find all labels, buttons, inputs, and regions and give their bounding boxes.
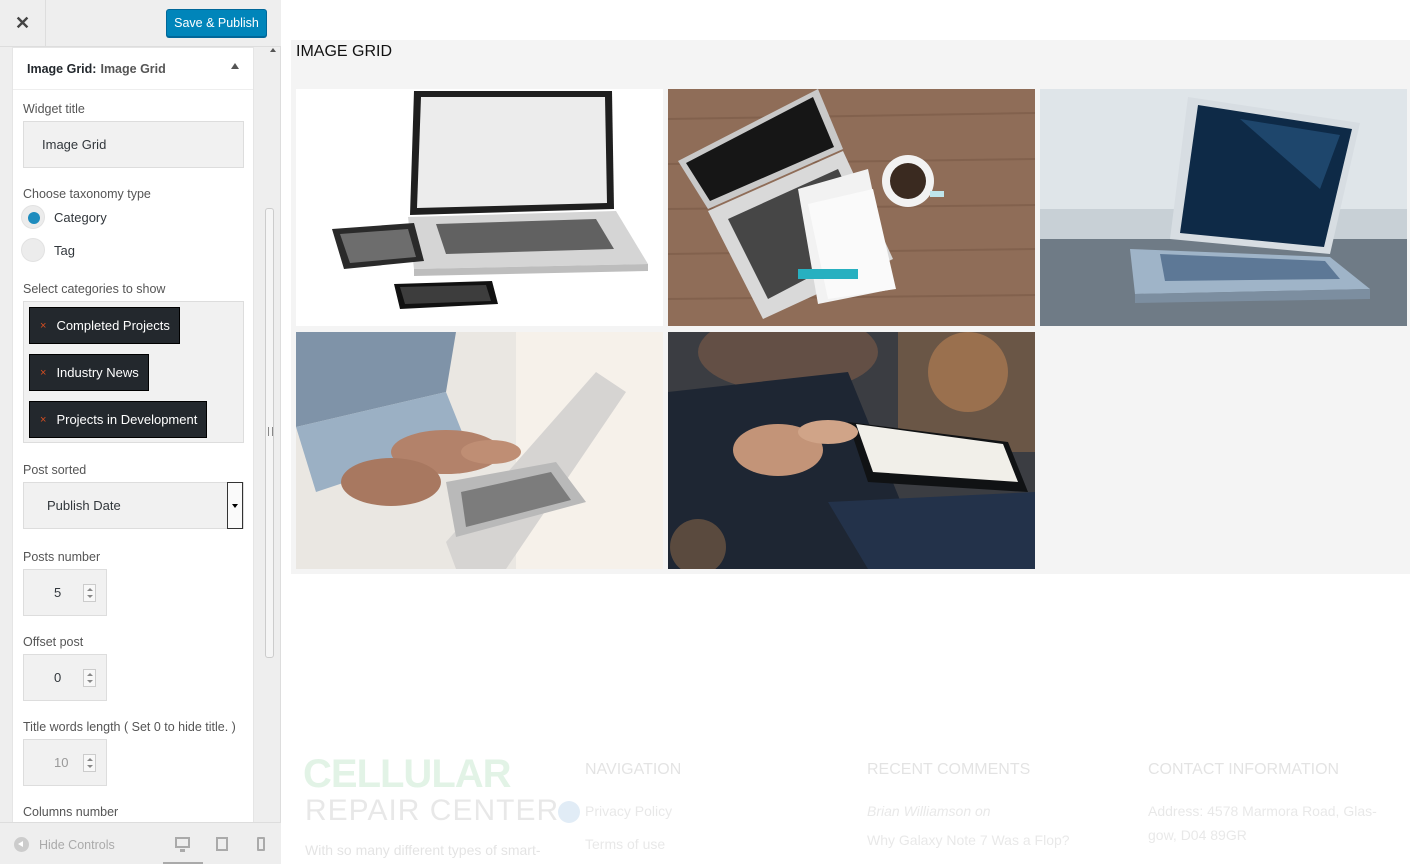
categories-label: Select categories to show bbox=[23, 282, 166, 296]
spinner-arrows-icon[interactable] bbox=[83, 584, 96, 602]
radio-selected-icon[interactable] bbox=[21, 205, 45, 229]
collapse-arrow-icon[interactable] bbox=[231, 63, 239, 69]
mobile-icon[interactable] bbox=[257, 837, 265, 851]
chevron-down-icon[interactable] bbox=[227, 482, 243, 529]
site-logo[interactable]: CELLULAR bbox=[303, 752, 512, 797]
remove-icon[interactable]: × bbox=[40, 367, 46, 379]
posts-number-stepper[interactable]: 5 bbox=[23, 569, 107, 616]
customizer-header: ✕ Save & Publish bbox=[0, 0, 281, 47]
radio-unselected-icon[interactable] bbox=[21, 238, 45, 262]
widget-title-label: Image Grid bbox=[100, 61, 166, 76]
title-words-value: 10 bbox=[54, 755, 69, 770]
collapse-circle-icon bbox=[14, 837, 29, 852]
contact-address-line: gow, D04 89GR bbox=[1148, 827, 1247, 843]
category-tag-label: Industry News bbox=[56, 365, 139, 380]
site-preview: IMAGE GRID CELLULAR REPAIR CENTER With s… bbox=[282, 0, 1419, 864]
edit-shortcut-icon[interactable] bbox=[558, 801, 580, 823]
columns-number-label: Columns number bbox=[23, 805, 119, 819]
footer-contact-heading: CONTACT INFORMATION bbox=[1148, 761, 1340, 778]
comment-post-link[interactable]: Why Galaxy Note 7 Was a Flop? bbox=[867, 832, 1070, 848]
posts-number-value: 5 bbox=[54, 585, 62, 600]
grid-image-man-reading[interactable] bbox=[668, 332, 1035, 569]
contact-address-line: Address: 4578 Marmora Road, Glas- bbox=[1148, 803, 1377, 819]
post-sorted-select[interactable]: Publish Date bbox=[23, 482, 244, 529]
radio-tag[interactable]: Tag bbox=[21, 238, 75, 262]
category-tag: × Completed Projects bbox=[29, 307, 180, 344]
site-footer: CELLULAR REPAIR CENTER With so many diff… bbox=[282, 730, 1419, 864]
spinner-arrows-icon[interactable] bbox=[83, 669, 96, 687]
grid-image-laptop-blue-screen[interactable] bbox=[1040, 89, 1407, 326]
hide-controls-button[interactable]: Hide Controls bbox=[14, 837, 115, 852]
widget-header[interactable]: Image Grid: Image Grid bbox=[13, 48, 253, 90]
radio-tag-label: Tag bbox=[54, 242, 75, 258]
remove-icon[interactable]: × bbox=[40, 414, 46, 426]
widget-type-label: Image Grid: bbox=[27, 61, 97, 76]
comment-author: Brian Williamson on bbox=[867, 803, 991, 819]
spinner-arrows-icon[interactable] bbox=[83, 754, 96, 772]
category-tag-label: Projects in Development bbox=[56, 412, 198, 427]
offset-post-stepper[interactable]: 0 bbox=[23, 654, 107, 701]
category-tag-label: Completed Projects bbox=[56, 318, 170, 333]
comment-author-name: Brian Williamson bbox=[867, 803, 972, 819]
categories-multiselect[interactable]: × Completed Projects × Industry News × P… bbox=[23, 301, 244, 443]
radio-category[interactable]: Category bbox=[21, 205, 107, 229]
footer-comments-heading: RECENT COMMENTS bbox=[867, 761, 1031, 778]
footer-description: With so many different types of smart- bbox=[305, 842, 541, 858]
image-grid-widget: Image Grid: Image Grid Widget title Imag… bbox=[12, 47, 254, 822]
footer-nav-link[interactable]: Privacy Policy bbox=[585, 803, 672, 819]
customizer-controls: Image Grid: Image Grid Widget title Imag… bbox=[0, 47, 281, 822]
footer-nav-link[interactable]: Terms of use bbox=[585, 836, 665, 852]
offset-post-value: 0 bbox=[54, 670, 62, 685]
category-tag: × Projects in Development bbox=[29, 401, 208, 438]
hide-controls-label: Hide Controls bbox=[39, 837, 115, 852]
offset-post-label: Offset post bbox=[23, 635, 84, 649]
site-logo-subtitle: REPAIR CENTER bbox=[305, 794, 560, 827]
grid-image-laptop-notepad-coffee[interactable] bbox=[668, 89, 1035, 326]
post-sorted-label: Post sorted bbox=[23, 463, 87, 477]
category-tag: × Industry News bbox=[29, 354, 149, 391]
image-grid-section: IMAGE GRID bbox=[291, 40, 1410, 574]
desktop-stand-icon bbox=[180, 849, 185, 852]
post-sorted-value: Publish Date bbox=[47, 498, 121, 513]
title-words-stepper[interactable]: 10 bbox=[23, 739, 107, 786]
posts-number-label: Posts number bbox=[23, 550, 101, 564]
resize-handle-icon[interactable] bbox=[268, 427, 273, 436]
image-grid-heading: IMAGE GRID bbox=[296, 43, 393, 60]
tablet-icon[interactable] bbox=[216, 837, 228, 851]
taxonomy-type-label: Choose taxonomy type bbox=[23, 187, 151, 201]
remove-icon[interactable]: × bbox=[40, 320, 46, 332]
save-publish-button[interactable]: Save & Publish bbox=[166, 9, 267, 37]
radio-category-label: Category bbox=[54, 209, 107, 225]
customizer-footer: Hide Controls bbox=[0, 822, 281, 864]
widget-title-field-label: Widget title bbox=[23, 102, 85, 116]
widget-title-input[interactable]: Image Grid bbox=[23, 121, 244, 168]
grid-image-laptop-tablet-phone[interactable] bbox=[296, 89, 663, 326]
footer-navigation-heading: NAVIGATION bbox=[585, 761, 682, 778]
desktop-icon[interactable] bbox=[175, 837, 190, 848]
close-icon[interactable]: ✕ bbox=[0, 0, 46, 47]
grid-image-hands-typing[interactable] bbox=[296, 332, 663, 569]
customizer-sidebar: ✕ Save & Publish Image Grid: Image Grid … bbox=[0, 0, 281, 864]
title-words-label: Title words length ( Set 0 to hide title… bbox=[23, 720, 236, 734]
comment-on-text: on bbox=[975, 803, 991, 819]
